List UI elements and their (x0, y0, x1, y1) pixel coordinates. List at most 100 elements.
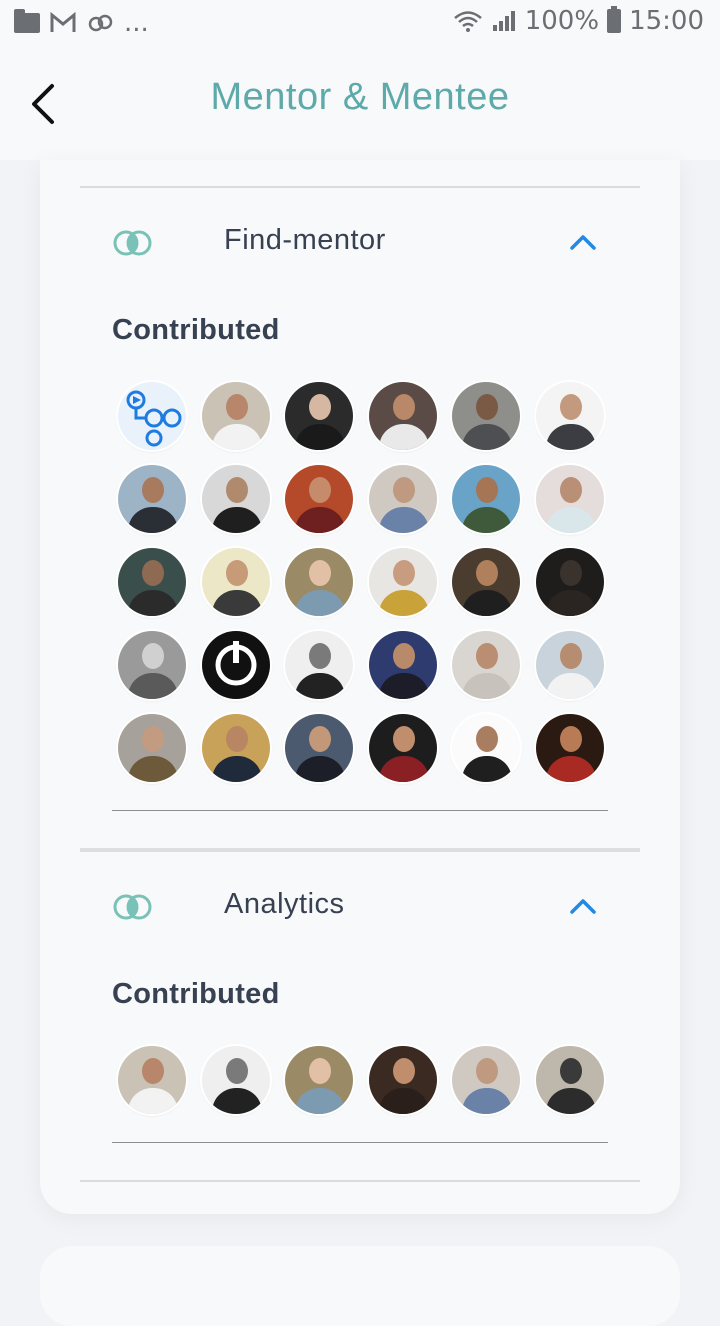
avatar-shoulders (462, 424, 513, 450)
folder-icon (14, 9, 40, 33)
contributor-avatar[interactable] (368, 548, 437, 616)
divider (80, 1180, 640, 1182)
avatar-face (559, 394, 582, 420)
contributor-avatar[interactable] (118, 631, 186, 699)
chevron-up-icon[interactable] (568, 230, 598, 254)
contributor-avatar[interactable] (285, 382, 354, 450)
avatar-face (309, 726, 332, 752)
contributor-avatar[interactable] (368, 631, 437, 699)
avatar-face (142, 643, 164, 669)
status-bar-right: 100% 15:00 (453, 6, 704, 36)
contributor-avatar[interactable] (201, 465, 270, 533)
page-title: Mentor & Mentee (210, 76, 510, 118)
avatar-face (392, 643, 415, 669)
contributor-avatar[interactable] (201, 631, 270, 699)
contributor-avatar[interactable] (452, 631, 521, 699)
next-card (40, 1246, 680, 1326)
chevron-up-icon[interactable] (568, 894, 598, 918)
avatar-face (392, 726, 415, 752)
avatar-face (309, 394, 332, 420)
contributor-avatar[interactable] (368, 465, 437, 533)
status-bar: ... 100% 15:00 (0, 0, 720, 48)
contributor-avatar[interactable] (452, 465, 521, 533)
contributor-avatar[interactable] (201, 548, 270, 616)
power-logo-icon (215, 641, 257, 686)
avatar-shoulders (462, 1088, 513, 1114)
contributor-avatar[interactable] (285, 465, 354, 533)
avatar-shoulders (545, 1088, 596, 1114)
section-title: Find-mentor (224, 224, 386, 256)
avatar-face (225, 560, 248, 586)
contributor-avatar[interactable] (535, 714, 604, 782)
avatar-shoulders (211, 424, 262, 450)
divider (112, 810, 608, 811)
avatar-shoulders (128, 756, 178, 782)
avatar-face (559, 1058, 582, 1084)
avatar-face (309, 1058, 332, 1084)
avatar-face (392, 477, 415, 503)
avatar-face (392, 560, 415, 586)
contributor-avatar[interactable] (535, 548, 604, 616)
clock: 15:00 (629, 6, 704, 36)
avatar-shoulders (378, 1088, 429, 1114)
gmail-icon (50, 12, 76, 32)
avatar-shoulders (211, 507, 262, 533)
contributor-avatar[interactable] (535, 382, 604, 450)
contributor-avatar-grid (118, 382, 604, 782)
avatar-shoulders (378, 507, 429, 533)
contributor-avatar[interactable] (201, 1046, 270, 1114)
avatar-face (142, 477, 164, 503)
avatar-shoulders (545, 424, 596, 450)
avatar-shoulders (295, 1088, 346, 1114)
divider (80, 186, 640, 188)
contributor-avatar[interactable] (118, 465, 186, 533)
contributor-avatar[interactable] (452, 1046, 521, 1114)
avatar-shoulders (295, 424, 346, 450)
avatar-shoulders (295, 507, 346, 533)
divider (112, 1142, 608, 1143)
contributor-avatar[interactable] (452, 382, 521, 450)
contributor-avatar[interactable] (118, 382, 186, 450)
contributed-heading: Contributed (112, 314, 280, 346)
contributor-avatar[interactable] (285, 1046, 354, 1114)
battery-percent: 100% (524, 6, 600, 36)
avatar-shoulders (295, 590, 346, 616)
contributor-avatar[interactable] (368, 382, 437, 450)
avatar-face (476, 477, 499, 503)
section-header-analytics[interactable]: Analytics (40, 878, 680, 938)
contributor-avatar[interactable] (285, 631, 354, 699)
contributor-avatar[interactable] (285, 714, 354, 782)
contributor-avatar[interactable] (285, 548, 354, 616)
contributor-avatar[interactable] (368, 714, 437, 782)
avatar-face (142, 1058, 164, 1084)
avatar-shoulders (128, 1088, 178, 1114)
avatar-face (392, 394, 415, 420)
contributor-avatar[interactable] (118, 1046, 186, 1114)
avatar-shoulders (462, 507, 513, 533)
avatar-face (476, 560, 499, 586)
avatar-shoulders (378, 590, 429, 616)
status-overflow: ... (124, 8, 149, 38)
contributor-avatar[interactable] (452, 714, 521, 782)
contributor-avatar[interactable] (368, 1046, 437, 1114)
contributor-avatar[interactable] (201, 382, 270, 450)
app-header: Mentor & Mentee (0, 48, 720, 160)
contributor-avatar[interactable] (535, 465, 604, 533)
avatar-shoulders (462, 756, 513, 782)
avatar-face (476, 394, 499, 420)
contributor-avatar[interactable] (118, 714, 186, 782)
contributor-avatar[interactable] (118, 548, 186, 616)
avatar-face (142, 726, 164, 752)
mentor-card: Find-mentor Contributed Analytics Contri… (40, 160, 680, 1214)
avatar-face (559, 726, 582, 752)
contributor-avatar[interactable] (452, 548, 521, 616)
section-header-find-mentor[interactable]: Find-mentor (40, 214, 680, 274)
contributor-avatar-grid (118, 1046, 604, 1114)
contributor-avatar[interactable] (535, 1046, 604, 1114)
section-title: Analytics (224, 888, 345, 920)
avatar-shoulders (545, 590, 596, 616)
section-divider (80, 848, 640, 852)
contributor-avatar[interactable] (535, 631, 604, 699)
contributor-avatar[interactable] (201, 714, 270, 782)
contributed-heading: Contributed (112, 978, 280, 1010)
